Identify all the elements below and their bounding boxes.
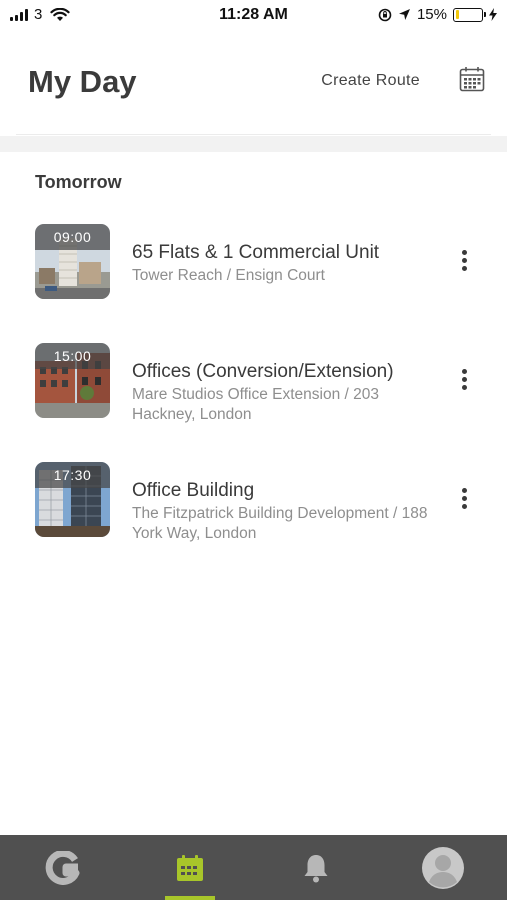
appointment-item[interactable]: 09:00 65 Flats & 1 Commercial Unit Tower… [0, 224, 507, 304]
appointment-time: 09:00 [35, 224, 110, 250]
appointment-time: 17:30 [35, 462, 110, 488]
appointment-thumbnail: 09:00 [35, 224, 110, 299]
tab-home[interactable] [0, 835, 126, 900]
status-bar: 3 11:28 AM 15% [0, 0, 507, 32]
section-title: Tomorrow [35, 172, 122, 192]
more-options-icon[interactable] [458, 369, 470, 393]
appointment-title: Offices (Conversion/Extension) [132, 361, 394, 382]
tab-profile[interactable] [380, 835, 506, 900]
location-arrow-icon [398, 9, 410, 20]
logo-icon [45, 850, 80, 885]
tab-notifications[interactable] [253, 835, 379, 900]
header-divider [16, 134, 491, 135]
profile-icon [422, 846, 464, 889]
orientation-lock-icon [378, 8, 392, 21]
page-title: My Day [28, 64, 137, 99]
tab-calendar[interactable] [127, 835, 253, 900]
battery-percent: 15% [416, 6, 447, 23]
tab-bar [0, 835, 507, 900]
app-header: My Day Create Route [0, 32, 507, 136]
appointment-title: 65 Flats & 1 Commercial Unit [132, 242, 380, 263]
appointment-thumbnail: 17:30 [35, 462, 110, 537]
bell-icon [304, 854, 328, 882]
appointment-address: Tower Reach / Ensign Court [132, 267, 325, 284]
schedule-card: Tomorrow 09:00 65 Flats & 1 Commercial U… [0, 152, 507, 835]
more-options-icon[interactable] [458, 250, 470, 274]
battery-icon [453, 7, 486, 22]
appointment-thumbnail: 15:00 [35, 343, 110, 418]
appointment-item[interactable]: 17:30 Office Building The Fitzpatrick Bu… [0, 462, 507, 542]
calendar-icon[interactable] [459, 66, 485, 92]
appointment-item[interactable]: 15:00 Offices (Conversion/Extension) Mar… [0, 343, 507, 423]
charging-bolt-icon [489, 8, 497, 21]
appointment-address: Mare Studios Office Extension / 203 Hack… [132, 386, 379, 423]
more-options-icon[interactable] [458, 488, 470, 512]
calendar-icon [177, 854, 203, 881]
appointment-time: 15:00 [35, 343, 110, 369]
active-tab-indicator [165, 896, 215, 900]
appointment-title: Office Building [132, 480, 255, 501]
appointment-address: The Fitzpatrick Building Development / 1… [132, 505, 428, 542]
create-route-button[interactable]: Create Route [321, 72, 420, 90]
